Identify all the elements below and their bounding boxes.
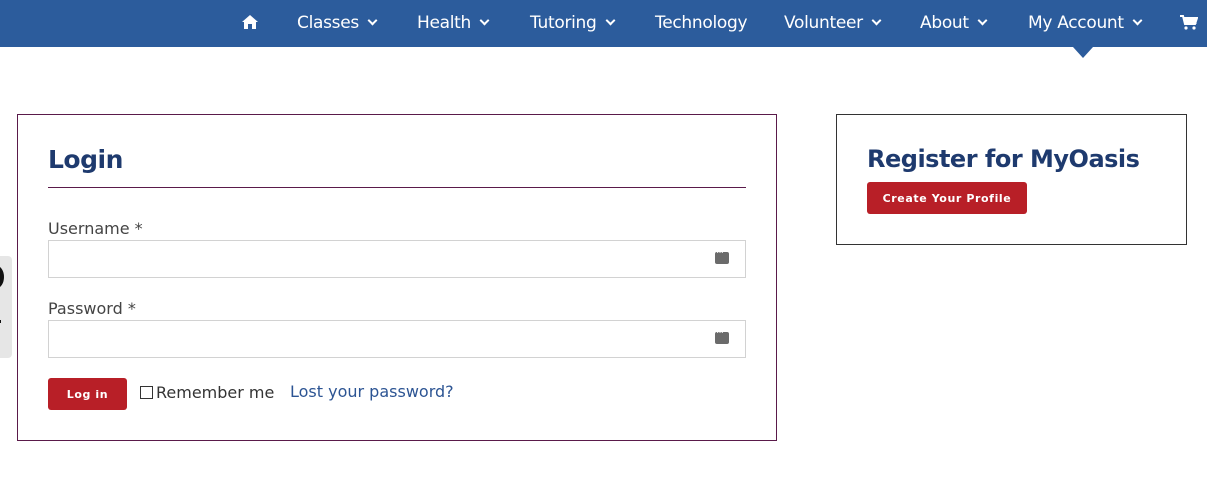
nav-classes[interactable]: Classes [297, 0, 378, 47]
widget-icon [0, 266, 4, 288]
title-divider [48, 187, 746, 188]
nav-health[interactable]: Health [417, 0, 490, 47]
lost-password-link[interactable]: Lost your password? [290, 382, 454, 401]
chevron-down-icon [977, 15, 988, 26]
side-accessibility-widget[interactable] [0, 256, 12, 358]
nav-technology[interactable]: Technology [655, 0, 748, 47]
register-panel: Register for MyOasis Create Your Profile [836, 114, 1187, 245]
register-title: Register for MyOasis [867, 145, 1140, 173]
nav-health-label: Health [417, 13, 472, 33]
chevron-down-icon [871, 15, 882, 26]
nav-volunteer-label: Volunteer [784, 13, 863, 33]
password-manager-icon[interactable] [715, 327, 729, 344]
home-icon [242, 15, 258, 29]
nav-about-label: About [920, 13, 969, 33]
shopping-cart-icon [1180, 15, 1199, 30]
password-input[interactable] [48, 320, 746, 358]
nav-tutoring[interactable]: Tutoring [530, 0, 615, 47]
remember-me[interactable]: Remember me [140, 383, 274, 402]
chevron-down-icon [605, 15, 615, 26]
remember-me-label: Remember me [156, 383, 275, 402]
chevron-down-icon [367, 15, 378, 26]
password-label: Password * [48, 299, 136, 318]
nav-classes-label: Classes [297, 13, 359, 33]
nav-my-account-label: My Account [1028, 13, 1124, 33]
nav-tutoring-label: Tutoring [530, 13, 597, 33]
remember-me-checkbox[interactable] [140, 386, 153, 399]
widget-mark [0, 320, 1, 323]
login-panel: Login Username * Password * Log in Remem… [17, 114, 777, 441]
login-button[interactable]: Log in [48, 378, 127, 410]
username-input[interactable] [48, 240, 746, 278]
password-manager-icon[interactable] [715, 247, 729, 264]
nav-cart[interactable] [1180, 0, 1199, 47]
nav-technology-label: Technology [655, 13, 748, 33]
nav-volunteer[interactable]: Volunteer [784, 0, 882, 47]
nav-about[interactable]: About [920, 0, 988, 47]
chevron-down-icon [1132, 15, 1143, 26]
active-menu-indicator [1073, 47, 1093, 58]
create-profile-button[interactable]: Create Your Profile [867, 182, 1027, 214]
chevron-down-icon [479, 15, 490, 26]
nav-home[interactable] [242, 0, 258, 47]
nav-my-account[interactable]: My Account [1028, 0, 1143, 47]
top-navigation: Classes Health Tutoring Technology Volun… [0, 0, 1207, 47]
username-label: Username * [48, 219, 143, 238]
login-title: Login [48, 145, 123, 174]
